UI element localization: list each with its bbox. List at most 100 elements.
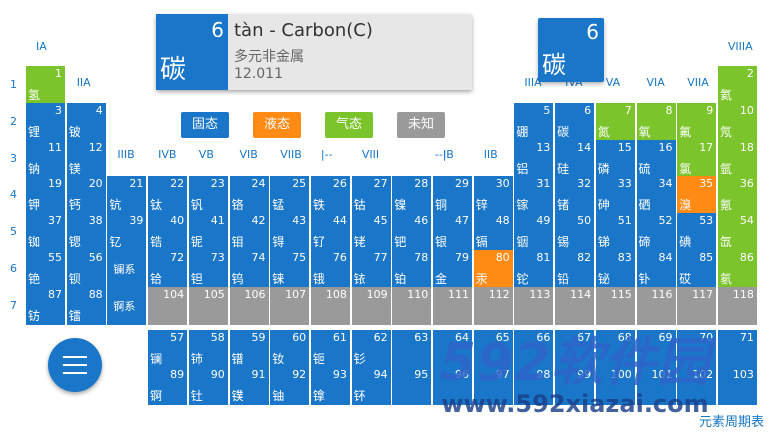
element-50[interactable]: 50 锡 [555, 213, 595, 252]
element-10[interactable]: 10 氖 [717, 102, 757, 141]
element-13[interactable]: 13 铝 [514, 139, 554, 178]
element-28[interactable]: 28 镍 [392, 176, 432, 215]
element-23[interactable]: 23 钒 [188, 176, 228, 215]
element-16[interactable]: 16 硫 [636, 139, 676, 178]
element-79[interactable]: 79 金 [433, 250, 472, 288]
menu-button[interactable] [48, 338, 102, 392]
element-19[interactable]: 19 钾 [26, 176, 65, 215]
element-25[interactable]: 25 锰 [270, 176, 310, 215]
element-82[interactable]: 82 铅 [555, 250, 595, 288]
element-57[interactable]: 57 镧 [148, 330, 188, 368]
element-60[interactable]: 60 钕 [270, 330, 310, 368]
element-7[interactable]: 7氮 [595, 102, 635, 141]
legend-chip[interactable]: 气态 [325, 112, 373, 138]
element-75[interactable]: 75 铼 [270, 250, 310, 288]
element-55[interactable]: 55 铯 [26, 250, 65, 288]
element-54[interactable]: 54 氙 [717, 213, 757, 252]
element-86[interactable]: 86 氡 [717, 250, 757, 288]
element-48[interactable]: 48 镉 [473, 213, 513, 252]
element-90[interactable]: 90 钍 [188, 367, 228, 405]
element-61[interactable]: 61 钷 [310, 330, 350, 368]
element-92[interactable]: 92 铀 [270, 367, 310, 405]
element-4[interactable]: 4铍 [66, 102, 106, 141]
element-20[interactable]: 20 钙 [66, 176, 106, 215]
element-76[interactable]: 76 锇 [310, 250, 350, 288]
element-106[interactable]: 106 [229, 286, 269, 325]
element-17[interactable]: 17 氯 [677, 139, 717, 178]
element-29[interactable]: 29 铜 [433, 176, 472, 215]
element-symbol: 钨 [231, 272, 244, 286]
element-36[interactable]: 36 氪 [717, 176, 757, 215]
element-30[interactable]: 30 锌 [473, 176, 513, 215]
element-44[interactable]: 44 钌 [310, 213, 350, 252]
element-38[interactable]: 38 锶 [66, 213, 106, 252]
element-108[interactable]: 108 [310, 286, 350, 325]
element-31[interactable]: 31 镓 [514, 176, 554, 215]
selected-element-tile[interactable]: 6 碳 [156, 14, 228, 90]
element-59[interactable]: 59 镨 [229, 330, 269, 368]
element-74[interactable]: 74 钨 [229, 250, 269, 288]
element-35[interactable]: 35 溴 [677, 176, 717, 215]
element-40[interactable]: 40 锆 [148, 213, 188, 252]
element-47[interactable]: 47 银 [433, 213, 472, 252]
element-43[interactable]: 43 锝 [270, 213, 310, 252]
element-11[interactable]: 11 钠 [26, 139, 65, 178]
element-3[interactable]: 3锂 [26, 102, 65, 141]
element-49[interactable]: 49 铟 [514, 213, 554, 252]
element-18[interactable]: 18 氩 [717, 139, 757, 178]
element-14[interactable]: 14 硅 [555, 139, 595, 178]
element-72[interactable]: 72 铪 [148, 250, 188, 288]
element-107[interactable]: 107 [270, 286, 310, 325]
element-1[interactable]: 1氢 [26, 66, 65, 104]
element-87[interactable]: 87 钫 [26, 286, 65, 325]
element-53[interactable]: 53 碘 [677, 213, 717, 252]
element-5[interactable]: 5硼 [514, 102, 554, 141]
element-22[interactable]: 22 钛 [148, 176, 188, 215]
element-15[interactable]: 15 磷 [595, 139, 635, 178]
element-89[interactable]: 89 锕 [148, 367, 188, 405]
element-32[interactable]: 32 锗 [555, 176, 595, 215]
actinide-series-tile[interactable]: 锕系 [107, 286, 147, 325]
element-91[interactable]: 91 镤 [229, 367, 269, 405]
element-73[interactable]: 73 钽 [188, 250, 228, 288]
element-46[interactable]: 46 钯 [392, 213, 432, 252]
element-52[interactable]: 52 碲 [636, 213, 676, 252]
element-85[interactable]: 85 砹 [677, 250, 717, 288]
element-45[interactable]: 45 铑 [351, 213, 391, 252]
element-12[interactable]: 12 镁 [66, 139, 106, 178]
legend-chip[interactable]: 液态 [253, 112, 301, 138]
element-84[interactable]: 84 钋 [636, 250, 676, 288]
element-83[interactable]: 83 铋 [595, 250, 635, 288]
element-37[interactable]: 37 铷 [26, 213, 65, 252]
element-9[interactable]: 9氟 [677, 102, 717, 141]
element-51[interactable]: 51 锑 [595, 213, 635, 252]
element-77[interactable]: 77 铱 [351, 250, 391, 288]
element-39[interactable]: 39 钇 [107, 213, 147, 252]
element-56[interactable]: 56 钡 [66, 250, 106, 288]
element-33[interactable]: 33 砷 [595, 176, 635, 215]
element-78[interactable]: 78 铂 [392, 250, 432, 288]
element-number: 15 [617, 140, 632, 154]
element-42[interactable]: 42 钼 [229, 213, 269, 252]
element-27[interactable]: 27 钴 [351, 176, 391, 215]
element-105[interactable]: 105 [188, 286, 228, 325]
element-81[interactable]: 81 铊 [514, 250, 554, 288]
element-6[interactable]: 6碳 [555, 102, 595, 141]
element-26[interactable]: 26 铁 [310, 176, 350, 215]
element-8[interactable]: 8氧 [636, 102, 676, 141]
element-24[interactable]: 24 铬 [229, 176, 269, 215]
element-93[interactable]: 93 镎 [310, 367, 350, 405]
legend-chip[interactable]: 固态 [181, 112, 229, 138]
legend-chip[interactable]: 未知 [397, 112, 445, 138]
element-41[interactable]: 41 铌 [188, 213, 228, 252]
element-58[interactable]: 58 铈 [188, 330, 228, 368]
element-34[interactable]: 34 硒 [636, 176, 676, 215]
element-88[interactable]: 88 镭 [66, 286, 106, 325]
element-104[interactable]: 104 [148, 286, 188, 325]
preview-element-tile[interactable]: 6 碳 [538, 18, 604, 82]
lanthanide-series-tile[interactable]: 镧系 [107, 250, 147, 288]
element-2[interactable]: 2氦 [717, 66, 757, 104]
element-21[interactable]: 21 钪 [107, 176, 147, 215]
element-80[interactable]: 80 汞 [473, 250, 513, 288]
element-info-card[interactable]: 6 碳 tàn - Carbon(C) 多元非金属 12.011 [156, 14, 472, 90]
